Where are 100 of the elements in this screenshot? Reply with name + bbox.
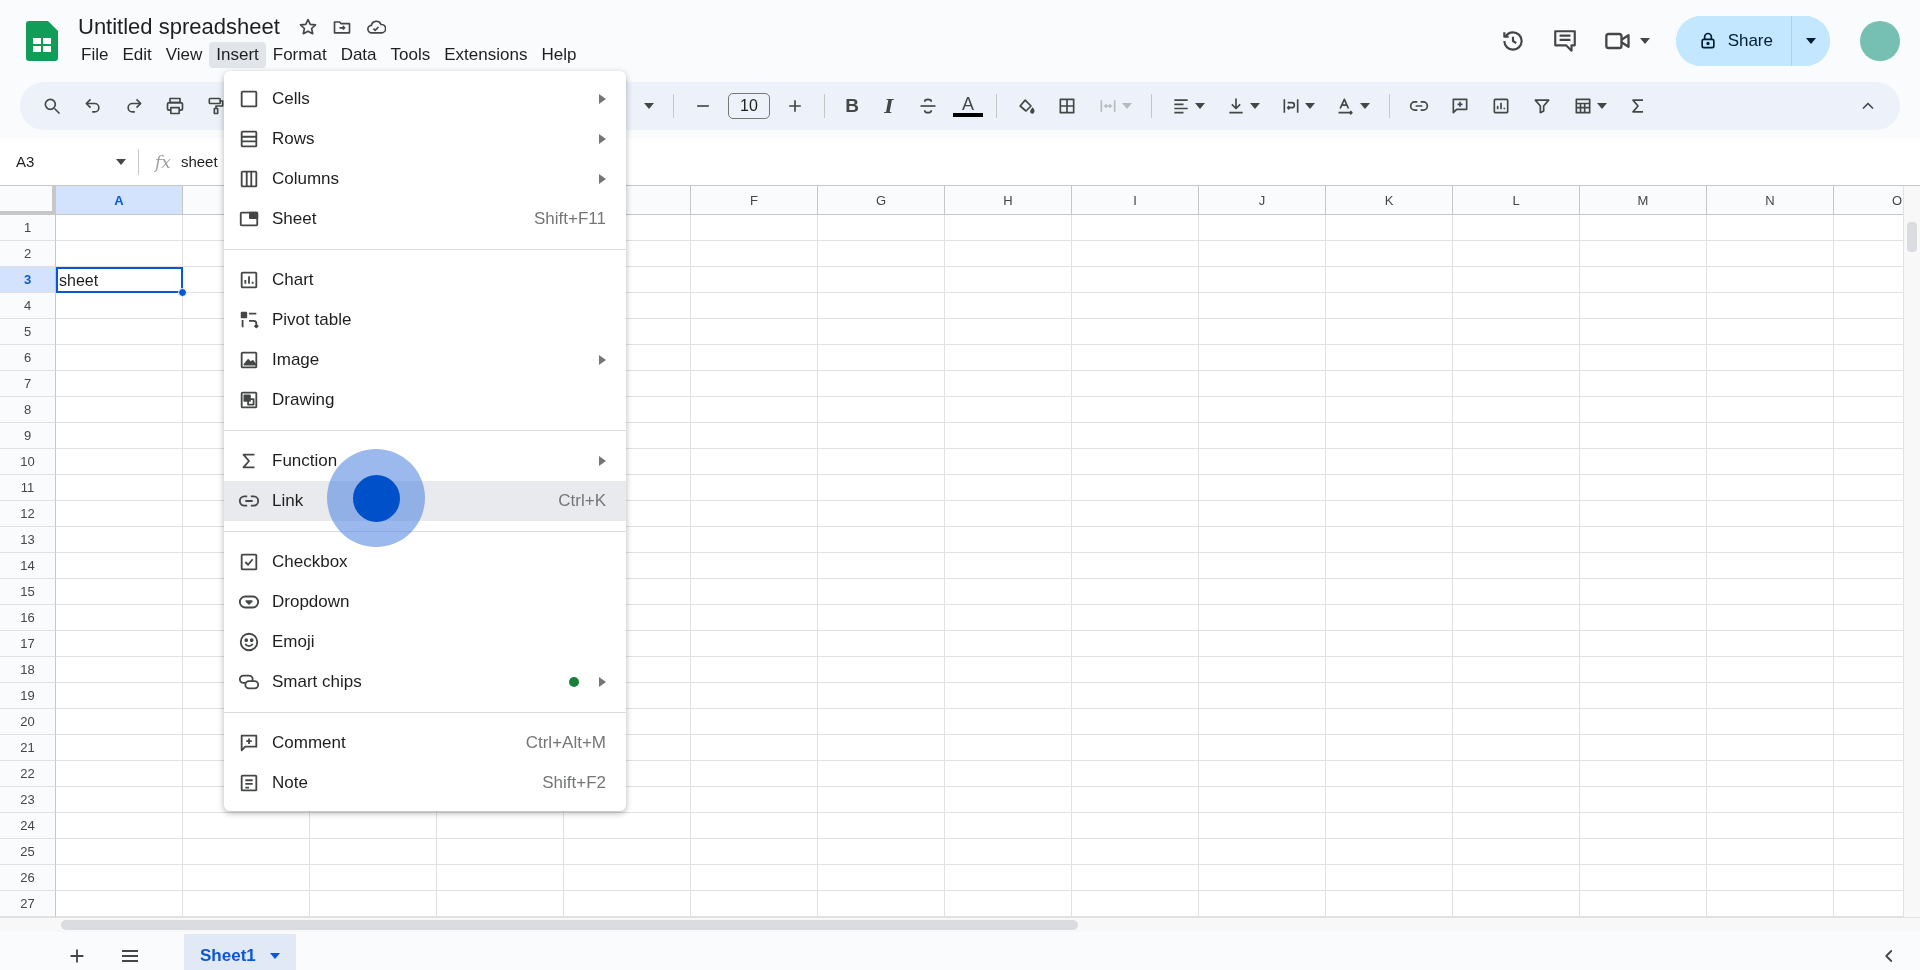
column-header[interactable]: I (1072, 186, 1199, 215)
menu-item[interactable]: Link Ctrl+K (224, 481, 626, 521)
column-header[interactable]: O (1834, 186, 1903, 215)
horizontal-scrollbar[interactable] (0, 917, 1920, 932)
chart-icon[interactable] (1491, 96, 1511, 116)
column-header[interactable]: K (1326, 186, 1453, 215)
font-size-field[interactable]: 10 (728, 93, 770, 119)
italic-button[interactable]: I (875, 95, 903, 117)
menu-item[interactable]: Insert (209, 42, 266, 68)
formula-field[interactable]: sheet (180, 153, 218, 170)
strikethrough-icon[interactable] (918, 96, 938, 116)
row-header[interactable]: 25 (0, 839, 56, 865)
column-header[interactable]: H (945, 186, 1072, 215)
column-header[interactable]: M (1580, 186, 1707, 215)
column-header[interactable]: A (56, 186, 183, 215)
row-header[interactable]: 22 (0, 761, 56, 787)
row-header[interactable]: 5 (0, 319, 56, 345)
row-header[interactable]: 1 (0, 215, 56, 241)
row-header[interactable]: 4 (0, 293, 56, 319)
text-rotation-icon[interactable] (1336, 96, 1356, 116)
cloud-check-icon[interactable] (365, 17, 386, 37)
menu-item[interactable]: Smart chips (224, 662, 626, 702)
caret-icon[interactable] (1195, 103, 1205, 109)
menu-item[interactable]: Help (534, 42, 584, 68)
row-header[interactable]: 16 (0, 605, 56, 631)
column-header[interactable]: G (818, 186, 945, 215)
redo-icon[interactable] (124, 96, 144, 116)
menu-item[interactable]: View (158, 42, 210, 68)
menu-item[interactable]: Cells (224, 79, 626, 119)
row-header[interactable]: 12 (0, 501, 56, 527)
sheet-tab[interactable]: Sheet1 (184, 934, 296, 970)
star-icon[interactable] (297, 17, 318, 37)
menu-item[interactable]: Data (333, 42, 384, 68)
row-header[interactable]: 6 (0, 345, 56, 371)
menu-item[interactable]: Dropdown (224, 582, 626, 622)
caret-icon[interactable] (116, 158, 126, 165)
borders-icon[interactable] (1057, 96, 1077, 116)
row-header[interactable]: 21 (0, 735, 56, 761)
row-header[interactable]: 3 (0, 267, 56, 293)
row-header[interactable]: 17 (0, 631, 56, 657)
menu-item[interactable]: Columns (224, 159, 626, 199)
menu-item[interactable]: Tools (383, 42, 438, 68)
menu-item[interactable]: File (74, 42, 116, 68)
menu-item[interactable]: Pivot table (224, 300, 626, 340)
menu-item[interactable]: Function (224, 441, 626, 481)
menu-item[interactable]: Comment Ctrl+Alt+M (224, 723, 626, 763)
row-header[interactable]: 7 (0, 371, 56, 397)
row-header[interactable]: 13 (0, 527, 56, 553)
column-header[interactable]: F (691, 186, 818, 215)
row-header[interactable]: 27 (0, 891, 56, 917)
text-color-button[interactable]: A (953, 95, 983, 117)
search-icon[interactable] (42, 96, 62, 116)
undo-icon[interactable] (83, 96, 103, 116)
document-title[interactable]: Untitled spreadsheet (74, 14, 284, 40)
row-header[interactable]: 18 (0, 657, 56, 683)
row-header[interactable]: 11 (0, 475, 56, 501)
row-header[interactable]: 9 (0, 423, 56, 449)
rows-icon (238, 128, 260, 150)
row-header[interactable]: 15 (0, 579, 56, 605)
vertical-scrollbar[interactable] (1903, 186, 1920, 917)
menu-item[interactable]: Extensions (437, 42, 535, 68)
comment-add-icon[interactable] (1450, 96, 1470, 116)
filter-icon[interactable] (1532, 96, 1552, 116)
row-header[interactable]: 8 (0, 397, 56, 423)
menu-item[interactable]: Drawing (224, 380, 626, 420)
app-logo-icon[interactable] (26, 21, 58, 61)
caret-icon[interactable] (1639, 38, 1650, 44)
row-header[interactable]: 10 (0, 449, 56, 475)
bold-button[interactable]: B (838, 95, 866, 117)
column-header[interactable]: J (1199, 186, 1326, 215)
font-dropdown-caret-icon[interactable] (644, 103, 654, 109)
name-box[interactable]: A3 (16, 153, 35, 170)
menu-item[interactable]: Format (265, 42, 334, 68)
align-left-icon[interactable] (1171, 96, 1191, 116)
row-header[interactable]: 20 (0, 709, 56, 735)
menu-item[interactable]: Rows (224, 119, 626, 159)
menu-item[interactable]: Checkbox (224, 542, 626, 582)
paint-roller-icon[interactable] (206, 96, 226, 116)
table-icon[interactable] (1573, 96, 1593, 116)
menu-item[interactable]: Emoji (224, 622, 626, 662)
menu-item[interactable]: Image (224, 340, 626, 380)
row-header[interactable]: 14 (0, 553, 56, 579)
row-header[interactable]: 26 (0, 865, 56, 891)
column-header[interactable]: L (1453, 186, 1580, 215)
row-header[interactable]: 23 (0, 787, 56, 813)
row-header[interactable]: 24 (0, 813, 56, 839)
column-header[interactable]: N (1707, 186, 1834, 215)
menu-item[interactable]: Chart (224, 260, 626, 300)
menu-item[interactable]: Edit (115, 42, 159, 68)
print-icon[interactable] (165, 96, 185, 116)
text-wrap-icon[interactable] (1281, 96, 1301, 116)
row-header[interactable]: 2 (0, 241, 56, 267)
align-bottom-icon[interactable] (1226, 96, 1246, 116)
caret-icon[interactable] (1597, 103, 1607, 109)
caret-icon[interactable] (1250, 103, 1260, 109)
row-header[interactable]: 19 (0, 683, 56, 709)
caret-icon[interactable] (1360, 103, 1370, 109)
comments-icon[interactable] (1551, 28, 1578, 54)
menu-item[interactable]: Note Shift+F2 (224, 763, 626, 803)
caret-icon[interactable] (1305, 103, 1315, 109)
